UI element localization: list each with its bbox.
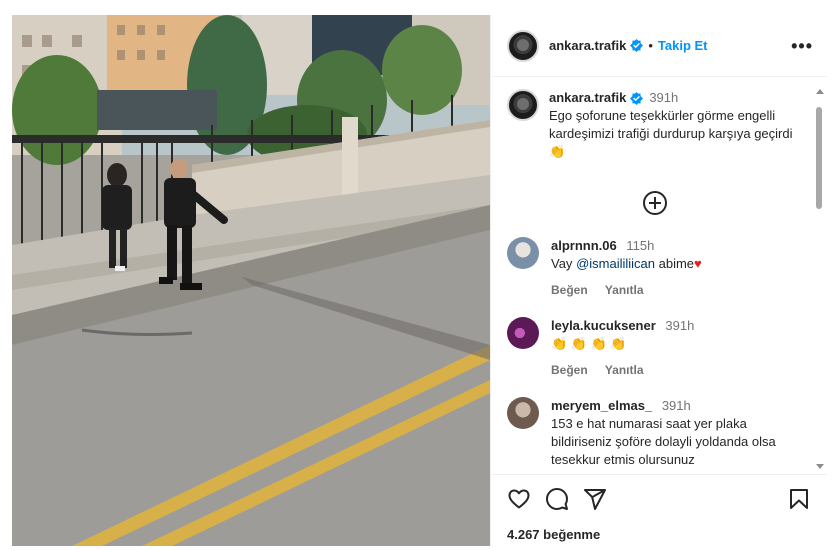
heart-emoji-icon: ♥ xyxy=(694,256,702,271)
caption-text: Ego şoforune teşekkürler görme engelli k… xyxy=(549,108,793,159)
comment-mention[interactable]: @ismaililiican xyxy=(576,256,655,271)
comments-scrollbar[interactable] xyxy=(815,89,824,469)
comment-time: 391h xyxy=(665,318,695,333)
post-actions-footer: 4.267 beğenme xyxy=(491,474,827,546)
comment-time: 115h xyxy=(626,238,655,253)
separator-dot: • xyxy=(648,38,653,53)
post-details-panel: ankara.trafik • Takip Et ••• ankara.traf… xyxy=(490,15,827,546)
save-bookmark-icon[interactable] xyxy=(787,487,811,511)
verified-badge-icon xyxy=(630,91,644,105)
post-caption: ankara.trafik 391h Ego şoforune teşekkür… xyxy=(507,89,803,161)
post-video[interactable] xyxy=(12,15,490,546)
comment-username[interactable]: meryem_elmas_ xyxy=(551,398,652,413)
comment-item: leyla.kucuksener 391h 👏 👏 👏 👏 Beğen Yanı… xyxy=(507,317,803,379)
account-avatar[interactable] xyxy=(507,29,539,62)
load-more-comments[interactable] xyxy=(507,191,803,215)
comment-item: meryem_elmas_ 391h 153 e hat numarasi sa… xyxy=(507,397,803,469)
comment-text: 153 e hat numarasi saat yer plaka bildir… xyxy=(551,416,776,467)
like-heart-icon[interactable] xyxy=(507,487,531,511)
video-frame xyxy=(12,15,490,546)
comments-section[interactable]: ankara.trafik 391h Ego şoforune teşekkür… xyxy=(491,77,827,474)
comment-avatar[interactable] xyxy=(507,397,539,429)
comment-time: 391h xyxy=(661,398,691,413)
like-comment-button[interactable]: Beğen xyxy=(551,363,588,377)
more-options-icon[interactable]: ••• xyxy=(791,37,813,55)
post-header: ankara.trafik • Takip Et ••• xyxy=(491,15,827,77)
comment-username[interactable]: leyla.kucuksener xyxy=(551,318,656,333)
account-username[interactable]: ankara.trafik xyxy=(549,38,626,53)
share-send-icon[interactable] xyxy=(583,487,607,511)
comment-text: Vay @ismaililiican abime♥ xyxy=(551,255,702,273)
comment-text: 👏 👏 👏 👏 xyxy=(551,336,627,351)
verified-badge-icon xyxy=(630,39,644,52)
likes-count[interactable]: 4.267 beğenme xyxy=(507,527,811,542)
caption-username[interactable]: ankara.trafik xyxy=(549,89,626,107)
reply-comment-button[interactable]: Yanıtla xyxy=(605,363,644,377)
comment-username[interactable]: alprnnn.06 xyxy=(551,238,617,253)
follow-button[interactable]: Takip Et xyxy=(658,38,708,53)
scroll-up-arrow-icon[interactable] xyxy=(816,89,824,94)
comment-bubble-icon[interactable] xyxy=(545,487,569,511)
like-comment-button[interactable]: Beğen xyxy=(551,283,588,297)
caption-avatar[interactable] xyxy=(507,89,539,121)
plus-circle-icon[interactable] xyxy=(643,191,667,215)
reply-comment-button[interactable]: Yanıtla xyxy=(605,283,644,297)
comment-avatar[interactable] xyxy=(507,237,539,269)
comment-avatar[interactable] xyxy=(507,317,539,349)
scroll-thumb[interactable] xyxy=(816,107,822,209)
post-modal: ankara.trafik • Takip Et ••• ankara.traf… xyxy=(12,15,827,546)
comment-text-part: abime xyxy=(655,256,695,271)
comment-text-part: Vay xyxy=(551,256,577,271)
comment-item: alprnnn.06 115h Vay @ismaililiican abime… xyxy=(507,237,803,299)
caption-time: 391h xyxy=(649,90,679,105)
scroll-down-arrow-icon[interactable] xyxy=(816,464,824,469)
